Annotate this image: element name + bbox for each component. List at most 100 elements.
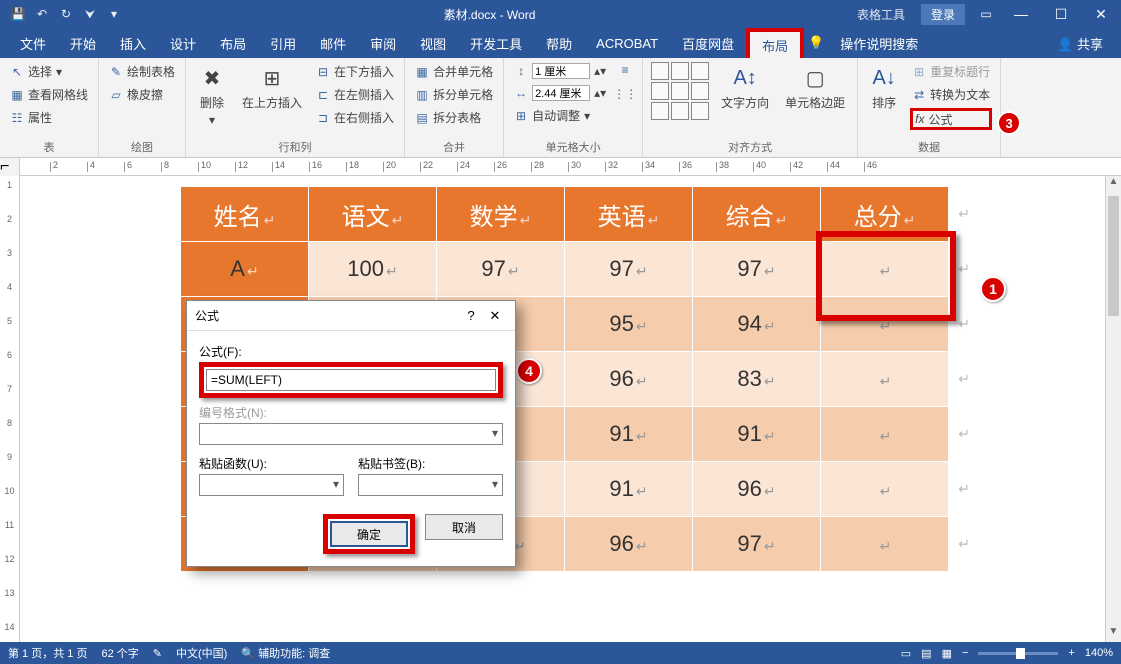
- select-button[interactable]: ↖选择 ▾: [8, 62, 90, 81]
- tab-help[interactable]: 帮助: [534, 28, 584, 58]
- group-data-label: 数据: [866, 137, 992, 155]
- sort-icon: A↓: [870, 64, 898, 92]
- zoom-level[interactable]: 140%: [1085, 647, 1113, 659]
- insert-below-button[interactable]: ⊟在下方插入: [314, 62, 396, 81]
- spellcheck-icon[interactable]: ✎: [153, 647, 162, 660]
- col-width-input[interactable]: [532, 85, 590, 101]
- number-format-select[interactable]: [199, 423, 503, 445]
- tab-developer[interactable]: 开发工具: [458, 28, 534, 58]
- row-height-input[interactable]: [532, 63, 590, 79]
- insert-above-button[interactable]: ⊞在上方插入: [238, 62, 306, 113]
- table-tools-label: 表格工具: [847, 6, 915, 23]
- tellme-input[interactable]: 操作说明搜索: [828, 28, 930, 58]
- tab-view[interactable]: 视图: [408, 28, 458, 58]
- delete-icon: ✖: [198, 64, 226, 92]
- ok-button[interactable]: 确定: [330, 521, 408, 547]
- zoom-in-icon[interactable]: +: [1068, 647, 1074, 659]
- draw-table-button[interactable]: ✎绘制表格: [107, 62, 177, 81]
- scroll-down-icon[interactable]: ▼: [1106, 626, 1121, 642]
- col-right-icon: ⊐: [316, 111, 330, 125]
- paste-function-label: 粘贴函数(U):: [199, 455, 344, 472]
- tab-review[interactable]: 审阅: [358, 28, 408, 58]
- print-layout-icon[interactable]: ▤: [921, 647, 931, 660]
- login-button[interactable]: 登录: [921, 4, 965, 25]
- language-indicator[interactable]: 中文(中国): [176, 645, 227, 661]
- tab-mailings[interactable]: 邮件: [308, 28, 358, 58]
- redo-icon[interactable]: ↻: [56, 7, 76, 22]
- height-icon: ↕: [514, 64, 528, 78]
- text-direction-button[interactable]: A↕文字方向: [717, 62, 773, 113]
- tab-insert[interactable]: 插入: [108, 28, 158, 58]
- zoom-slider[interactable]: [978, 652, 1058, 655]
- properties-button[interactable]: ☷属性: [8, 108, 90, 127]
- group-merge-label: 合并: [413, 137, 495, 155]
- merge-cells-button[interactable]: ▦合并单元格: [413, 62, 495, 81]
- distribute-cols-button[interactable]: ⋮⋮: [616, 86, 634, 102]
- dialog-close-button[interactable]: ✕: [483, 308, 507, 324]
- eraser-button[interactable]: ▱橡皮擦: [107, 85, 177, 104]
- group-draw-label: 绘图: [107, 137, 177, 155]
- group-cell-size-label: 单元格大小: [512, 137, 634, 155]
- window-title: 素材.docx - Word: [132, 6, 847, 23]
- paste-bookmark-select[interactable]: [358, 474, 503, 496]
- share-button[interactable]: 👤 共享: [1057, 34, 1113, 53]
- dialog-help-button[interactable]: ?: [459, 308, 483, 323]
- scroll-up-icon[interactable]: ▲: [1106, 176, 1121, 192]
- insert-right-button[interactable]: ⊐在右侧插入: [314, 108, 396, 127]
- accessibility-indicator[interactable]: 🔍 辅助功能: 调查: [241, 645, 330, 661]
- tab-file[interactable]: 文件: [8, 28, 58, 58]
- cancel-button[interactable]: 取消: [425, 514, 503, 540]
- width-icon: ↔: [514, 86, 528, 100]
- close-button[interactable]: ✕: [1081, 6, 1121, 23]
- formula-dialog: 公式 ? ✕ 公式(F): 编号格式(N): 粘贴函数(U): 粘贴书签(B):…: [186, 300, 516, 567]
- save-icon[interactable]: 💾: [8, 7, 28, 22]
- web-layout-icon[interactable]: ▦: [942, 647, 952, 660]
- maximize-button[interactable]: ☐: [1041, 6, 1081, 23]
- merge-icon: ▦: [415, 65, 429, 79]
- tellme-icon[interactable]: 💡: [808, 35, 824, 51]
- autofit-icon: ⊞: [514, 109, 528, 123]
- page-indicator[interactable]: 第 1 页，共 1 页: [8, 645, 87, 661]
- tab-home[interactable]: 开始: [58, 28, 108, 58]
- tab-baidu[interactable]: 百度网盘: [670, 28, 746, 58]
- callout-4: 4: [516, 358, 542, 384]
- qat-more-icon[interactable]: ▾: [104, 7, 124, 22]
- formula-button[interactable]: fx 公式 3: [910, 108, 992, 130]
- word-count[interactable]: 62 个字: [101, 645, 138, 661]
- group-table-label: 表: [8, 137, 90, 155]
- repeat-header-icon: ⊞: [912, 65, 926, 79]
- insert-left-button[interactable]: ⊏在左侧插入: [314, 85, 396, 104]
- split-cells-button[interactable]: ▥拆分单元格: [413, 85, 495, 104]
- tab-design[interactable]: 设计: [158, 28, 208, 58]
- minimize-button[interactable]: —: [1001, 6, 1041, 22]
- distribute-rows-button[interactable]: ≡: [616, 62, 634, 78]
- tab-layout[interactable]: 布局: [208, 28, 258, 58]
- undo-icon[interactable]: ↶: [32, 7, 52, 22]
- cell-margins-button[interactable]: ▢单元格边距: [781, 62, 849, 113]
- group-alignment-label: 对齐方式: [651, 137, 849, 155]
- dist-cols-icon: ⋮⋮: [618, 87, 632, 101]
- margins-icon: ▢: [801, 64, 829, 92]
- alignment-grid[interactable]: [651, 62, 709, 120]
- ribbon-options-icon[interactable]: ▭: [971, 7, 1001, 21]
- tab-acrobat[interactable]: ACROBAT: [584, 28, 670, 58]
- repeat-header-button[interactable]: ⊞重复标题行: [910, 62, 992, 81]
- vertical-scrollbar[interactable]: ▲ ▼: [1105, 176, 1121, 642]
- tab-references[interactable]: 引用: [258, 28, 308, 58]
- autofit-button[interactable]: ⊞自动调整 ▾: [512, 106, 608, 125]
- vertical-ruler[interactable]: 1234567891011121314: [0, 176, 20, 644]
- convert-text-button[interactable]: ⇄转换为文本: [910, 85, 992, 104]
- sort-button[interactable]: A↓排序: [866, 62, 902, 113]
- horizontal-ruler[interactable]: 2468101214161820222426283032343638404244…: [20, 158, 1121, 176]
- delete-button[interactable]: ✖删除▾: [194, 62, 230, 129]
- paste-function-select[interactable]: [199, 474, 344, 496]
- grid-icon: ▦: [10, 88, 24, 102]
- touch-icon[interactable]: ⮟: [80, 7, 100, 22]
- formula-input[interactable]: [206, 369, 496, 391]
- zoom-out-icon[interactable]: −: [962, 647, 968, 659]
- split-table-button[interactable]: ▤拆分表格: [413, 108, 495, 127]
- view-gridlines-button[interactable]: ▦查看网格线: [8, 85, 90, 104]
- tab-table-layout[interactable]: 布局: [746, 28, 804, 58]
- read-mode-icon[interactable]: ▭: [901, 647, 911, 660]
- scroll-thumb[interactable]: [1108, 196, 1119, 316]
